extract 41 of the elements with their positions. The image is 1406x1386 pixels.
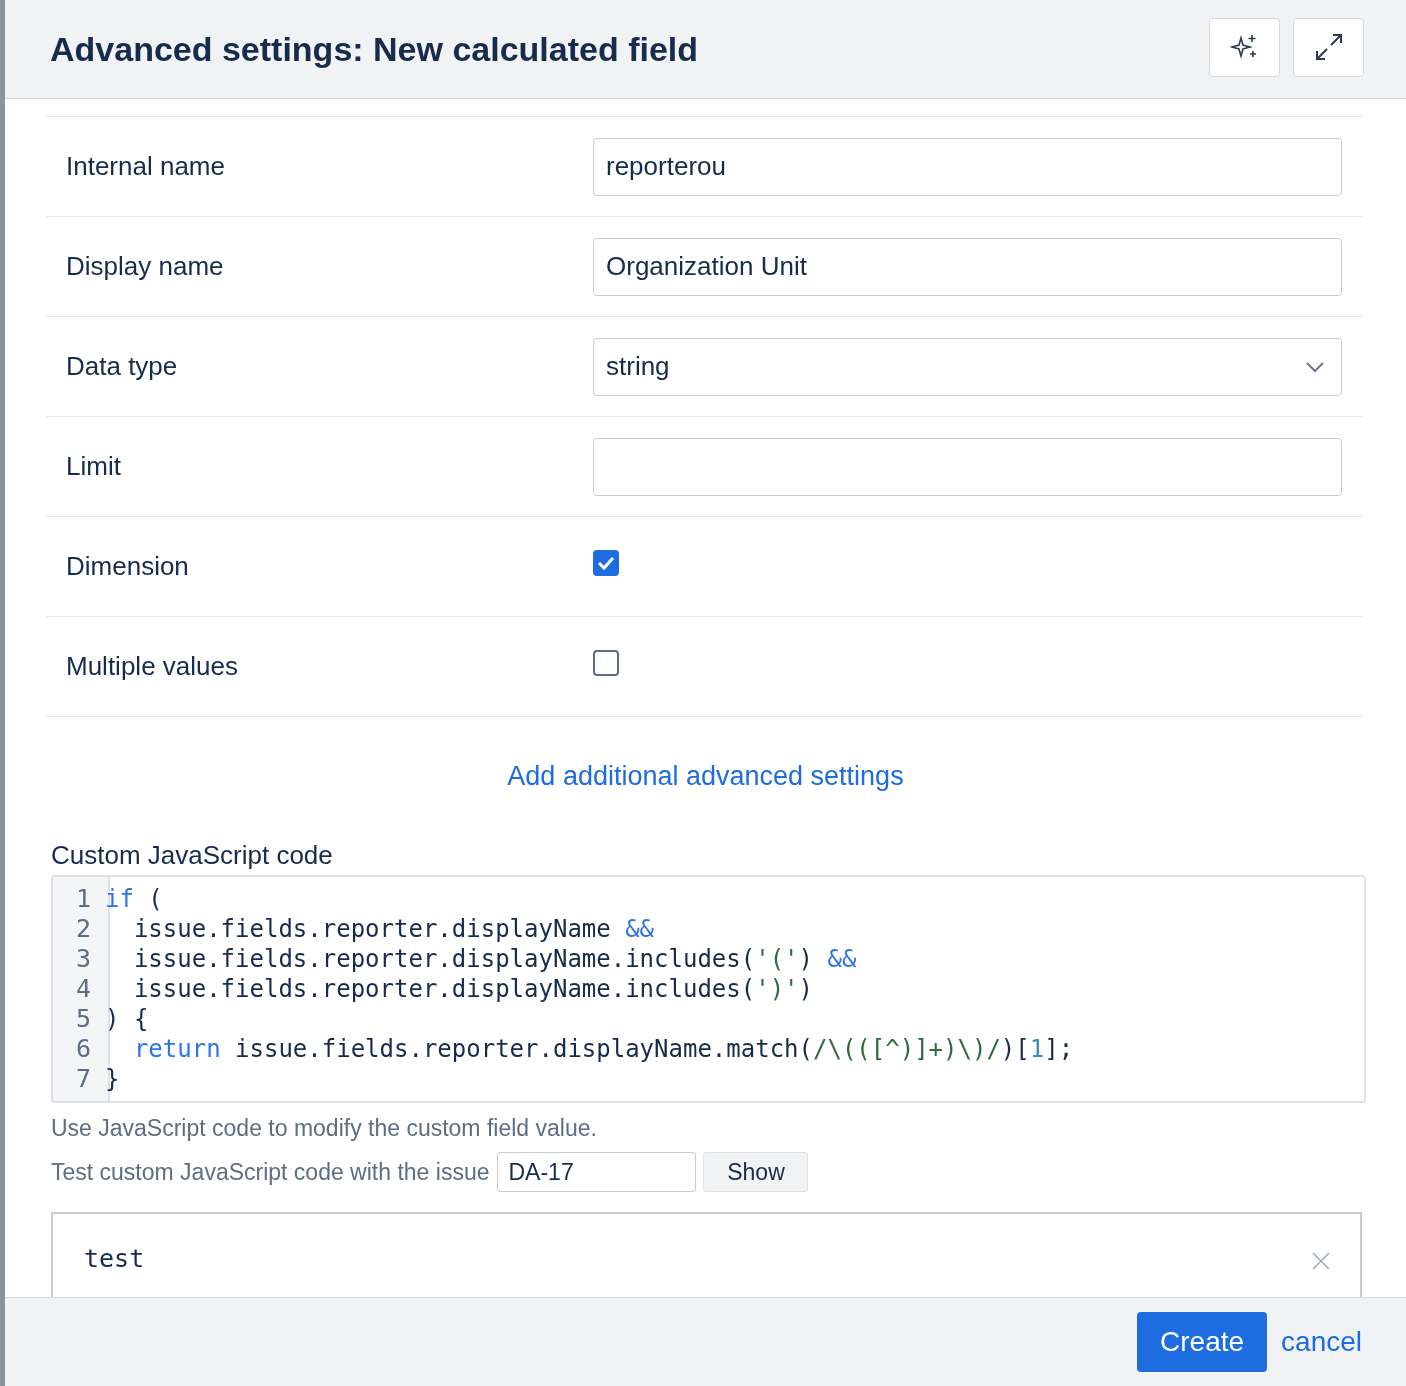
code-line: }: [104, 1064, 120, 1094]
checkbox[interactable]: [593, 649, 619, 676]
chevron-down-icon: [1305, 360, 1325, 373]
code-line: ) {: [104, 1004, 149, 1034]
field-label: Multiple values: [66, 651, 239, 682]
code-line: issue.fields.reporter.displayName &&: [132, 914, 655, 944]
create-button[interactable]: Create: [1137, 1312, 1268, 1372]
cancel-link[interactable]: cancel: [1281, 1326, 1362, 1358]
text-input-field[interactable]: [593, 437, 1342, 496]
field-label: Data type: [66, 351, 179, 382]
result-text: test: [84, 1244, 145, 1273]
field-label: Display name: [66, 251, 225, 282]
code-editor[interactable]: [51, 875, 1366, 1103]
help-text: Use JavaScript code to modify the custom field value.: [51, 1115, 597, 1142]
field-label: Internal name: [66, 151, 226, 182]
show-button[interactable]: Show: [703, 1152, 809, 1192]
line-number: 7: [74, 1064, 92, 1094]
add-settings-link[interactable]: Add additional advanced settings: [507, 761, 904, 791]
code-line: if (: [104, 884, 163, 914]
line-number: 2: [74, 914, 92, 944]
field-label: Limit: [66, 451, 122, 482]
field-label: Dimension: [66, 551, 190, 582]
code-line: issue.fields.reporter.displayName.includes(')'): [132, 974, 814, 1004]
code-line: return issue.fields.reporter.displayName.match(/\(([^)]+)\)/)[1];: [132, 1034, 1074, 1064]
line-number: 3: [74, 944, 92, 974]
expand-icon: [1313, 32, 1344, 62]
line-number: 1: [74, 884, 92, 914]
ai-sparkle-button[interactable]: [1209, 17, 1280, 77]
test-label: Test custom JavaScript code with the issue: [51, 1158, 490, 1186]
issue-key-field[interactable]: DA-17: [497, 1152, 697, 1192]
text-input-field[interactable]: reporterou: [593, 137, 1342, 196]
checkbox[interactable]: [593, 549, 619, 576]
dialog-title: Advanced settings: New calculated field: [50, 29, 700, 69]
code-editor-label: Custom JavaScript code: [51, 840, 333, 871]
code-line: issue.fields.reporter.displayName.includes('(') &&: [132, 944, 857, 974]
expand-button[interactable]: [1293, 17, 1364, 77]
line-number: 4: [74, 974, 92, 1004]
line-number: 6: [74, 1034, 92, 1064]
text-input-field[interactable]: Organization Unit: [593, 237, 1342, 296]
line-number: 5: [74, 1004, 92, 1034]
select-dropdown[interactable]: string: [593, 337, 1342, 396]
